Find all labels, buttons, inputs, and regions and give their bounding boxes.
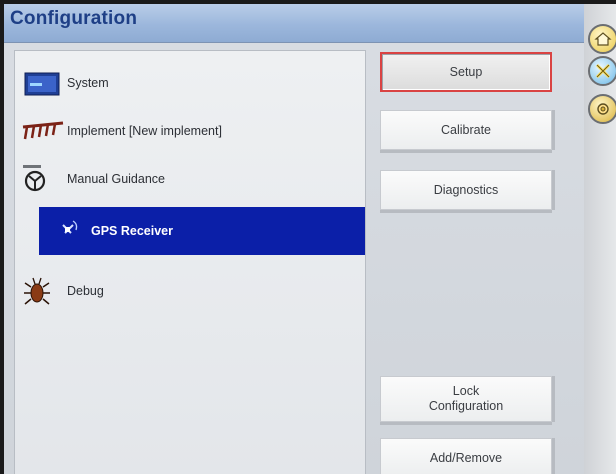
list-item-gps-receiver[interactable]: GPS Receiver [39, 207, 365, 255]
list-item-label: Implement [New implement] [67, 124, 222, 138]
list-item-implement[interactable]: Implement [New implement] [15, 107, 365, 155]
page-title: Configuration [10, 8, 138, 29]
bug-icon [21, 271, 65, 311]
home-button[interactable] [588, 24, 616, 54]
title-bar: Configuration [4, 4, 584, 43]
tools-button[interactable] [588, 56, 616, 86]
list-item-debug[interactable]: Debug [15, 267, 365, 315]
configuration-list: System Implement [New implement] Manual … [14, 50, 366, 474]
screen: Configuration System Implement [New impl… [4, 4, 616, 474]
list-item-manual-guidance[interactable]: Manual Guidance [15, 155, 365, 203]
add-remove-button[interactable]: Add/Remove [380, 438, 552, 474]
tools-icon [595, 63, 611, 79]
steering-wheel-icon [21, 159, 65, 199]
list-item-label: System [67, 76, 109, 90]
config-icon [597, 103, 609, 115]
list-item-label: Manual Guidance [67, 172, 165, 186]
lock-configuration-label: Lock Configuration [428, 384, 504, 413]
list-item-label: GPS Receiver [91, 224, 173, 238]
list-item-label: Debug [67, 284, 104, 298]
right-dock [584, 4, 616, 474]
satellite-icon [45, 211, 89, 251]
lock-configuration-button[interactable]: Lock Configuration [380, 376, 552, 422]
system-icon [21, 63, 65, 103]
home-icon [594, 32, 612, 46]
config-button[interactable] [588, 94, 616, 124]
list-item-system[interactable]: System [15, 59, 365, 107]
setup-button[interactable]: Setup [380, 52, 552, 92]
implement-icon [21, 111, 65, 151]
calibrate-button[interactable]: Calibrate [380, 110, 552, 150]
diagnostics-button[interactable]: Diagnostics [380, 170, 552, 210]
